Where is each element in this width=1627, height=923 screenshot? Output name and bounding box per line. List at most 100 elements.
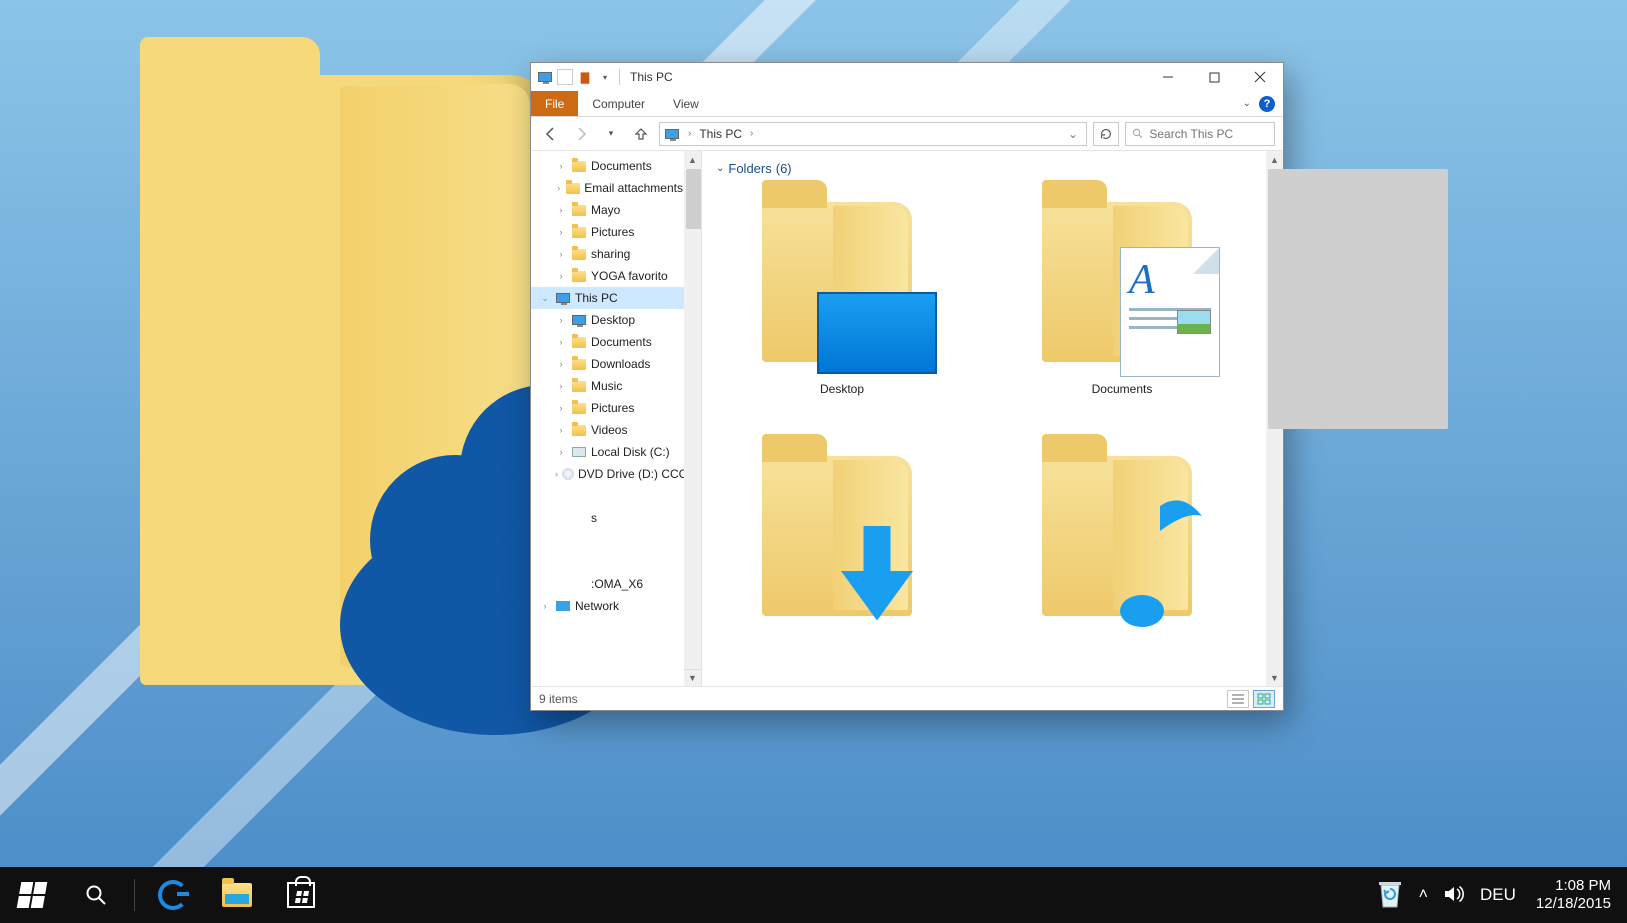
folder-item[interactable]: Desktop [732, 182, 952, 396]
tree-item[interactable]: › Documents [531, 331, 701, 353]
chevron-right-icon[interactable]: › [555, 403, 567, 413]
tree-item[interactable]: ›Local Disk (C:) [531, 441, 701, 463]
folder-icon [571, 202, 587, 218]
tree-item[interactable]: ›Documents [531, 155, 701, 177]
tree-scrollbar[interactable]: ▲ ▼ [684, 151, 701, 686]
qat-properties-icon[interactable] [557, 69, 573, 85]
scroll-thumb[interactable] [686, 169, 702, 229]
tree-item[interactable]: ⌄This PC [531, 287, 701, 309]
taskbar-store[interactable] [269, 867, 333, 923]
language-indicator[interactable]: DEU [1480, 885, 1516, 905]
qat-new-folder-icon[interactable]: ▇ [577, 69, 593, 85]
tree-item[interactable]: ›Music [531, 375, 701, 397]
chevron-right-icon[interactable]: › [686, 128, 693, 139]
scroll-up-icon[interactable]: ▲ [1266, 151, 1283, 168]
tray-overflow-icon[interactable]: ˄ [1419, 886, 1428, 904]
tree-item[interactable]: ›Pictures [531, 397, 701, 419]
back-button[interactable] [539, 122, 563, 146]
chevron-right-icon[interactable]: › [748, 128, 755, 139]
forward-button[interactable] [569, 122, 593, 146]
tree-item[interactable]: ›sharing [531, 243, 701, 265]
volume-icon[interactable] [1442, 882, 1466, 909]
scroll-up-icon[interactable]: ▲ [684, 151, 701, 168]
start-button[interactable] [0, 867, 64, 923]
tree-item[interactable] [531, 529, 701, 551]
blank-icon [571, 532, 587, 548]
scroll-thumb[interactable] [1268, 169, 1448, 429]
windows-logo-icon [17, 882, 48, 908]
chevron-down-icon[interactable]: ⌄ [539, 293, 551, 304]
tree-item[interactable]: › Mayo [531, 199, 701, 221]
tab-file[interactable]: File [531, 91, 578, 116]
tree-item[interactable]: › DVD Drive (D:) CCCOMA_X64FRE [531, 463, 701, 485]
chevron-right-icon[interactable]: › [539, 601, 551, 611]
tree-item-label: Mayo [591, 203, 620, 217]
chevron-right-icon[interactable]: › [555, 359, 567, 369]
search-button[interactable] [64, 867, 128, 923]
folder-item[interactable] [1012, 436, 1232, 626]
address-history-icon[interactable]: ⌄ [1064, 127, 1082, 141]
chevron-right-icon[interactable]: › [555, 183, 562, 193]
net-icon [555, 598, 571, 614]
chevron-right-icon[interactable]: › [555, 205, 567, 215]
large-icons-view-button[interactable] [1253, 690, 1275, 708]
chevron-right-icon[interactable]: › [555, 425, 567, 435]
tree-item-label: Network [575, 599, 619, 613]
group-header-folders[interactable]: ⌄ Folders (6) [702, 151, 1283, 182]
address-icon [664, 126, 680, 142]
tree-item[interactable]: ›Videos [531, 419, 701, 441]
up-button[interactable] [629, 122, 653, 146]
tree-item[interactable]: ›Email attachments [531, 177, 701, 199]
tree-item[interactable]: :OMA_X6 [531, 573, 701, 595]
taskbar-edge[interactable] [141, 867, 205, 923]
qat-dropdown-icon[interactable]: ▾ [597, 69, 613, 85]
details-view-button[interactable] [1227, 690, 1249, 708]
breadcrumb-this-pc[interactable]: This PC [699, 127, 742, 141]
tree-item-label: Documents [591, 335, 652, 349]
close-button[interactable] [1237, 63, 1283, 91]
chevron-right-icon[interactable]: › [555, 271, 567, 281]
tree-item[interactable]: ›Downloads [531, 353, 701, 375]
search-input[interactable] [1149, 127, 1268, 141]
tab-view[interactable]: View [659, 91, 713, 116]
chevron-right-icon[interactable]: › [555, 469, 558, 479]
tree-item[interactable]: ›Pictures [531, 221, 701, 243]
tab-computer[interactable]: Computer [578, 91, 659, 116]
chevron-right-icon[interactable]: › [555, 337, 567, 347]
maximize-button[interactable] [1191, 63, 1237, 91]
folder-item[interactable]: A Documents [1012, 182, 1232, 396]
minimize-button[interactable] [1145, 63, 1191, 91]
help-icon[interactable]: ? [1259, 96, 1275, 112]
file-explorer-icon [222, 883, 252, 907]
refresh-button[interactable] [1093, 122, 1119, 146]
recent-locations-button[interactable]: ▾ [599, 122, 623, 146]
system-icon[interactable] [537, 69, 553, 85]
chevron-right-icon[interactable]: › [555, 381, 567, 391]
desktop: ▇ ▾ This PC File Computer View [0, 0, 1627, 923]
tree-item[interactable]: ›Desktop [531, 309, 701, 331]
chevron-right-icon[interactable]: › [555, 161, 567, 171]
tree-item[interactable]: ›YOGA favorito [531, 265, 701, 287]
folder-icon [566, 180, 580, 196]
title-bar[interactable]: ▇ ▾ This PC [531, 63, 1283, 91]
tree-item-label: DVD Drive (D:) CCCOMA_X64FRE [578, 467, 701, 481]
chevron-right-icon[interactable]: › [555, 227, 567, 237]
tree-item[interactable] [531, 485, 701, 507]
recycle-bin-icon[interactable] [1375, 877, 1405, 914]
chevron-right-icon[interactable]: › [555, 249, 567, 259]
system-clock[interactable]: 1:08 PM 12/18/2015 [1530, 877, 1617, 913]
tree-item[interactable]: s [531, 507, 701, 529]
tree-item[interactable] [531, 551, 701, 573]
ribbon-expand-icon[interactable]: ⌄ [1243, 98, 1251, 109]
scroll-down-icon[interactable]: ▼ [684, 669, 701, 686]
folder-item[interactable] [732, 436, 952, 626]
search-box[interactable] [1125, 122, 1275, 146]
tree-item[interactable]: › Network [531, 595, 701, 617]
content-scrollbar[interactable]: ▲ ▼ [1266, 151, 1283, 686]
chevron-right-icon[interactable]: › [555, 447, 567, 457]
scroll-down-icon[interactable]: ▼ [1266, 669, 1283, 686]
address-bar[interactable]: › This PC › ⌄ [659, 122, 1087, 146]
taskbar-file-explorer[interactable] [205, 867, 269, 923]
folder-thumbnail [752, 436, 932, 626]
chevron-right-icon[interactable]: › [555, 315, 567, 325]
